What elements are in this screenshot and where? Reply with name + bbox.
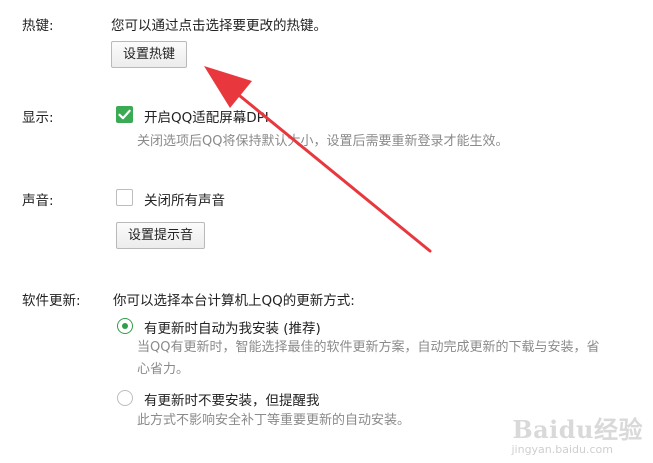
- update-label: 软件更新:: [22, 293, 81, 309]
- hotkey-description: 您可以通过点击选择要更改的热键。: [111, 18, 327, 34]
- sound-label: 声音:: [22, 193, 54, 209]
- dpi-checkbox-label[interactable]: 开启QQ适配屏幕DPI: [144, 106, 269, 126]
- baidu-jingyan-watermark: Baidu经验 jingyan.baidu.com: [511, 417, 643, 457]
- watermark-url: jingyan.baidu.com: [511, 443, 613, 456]
- dpi-checkbox[interactable]: [116, 106, 133, 123]
- auto-install-radio[interactable]: [117, 318, 133, 334]
- qq-settings-panel: 热键: 您可以通过点击选择要更改的热键。 设置热键 显示: 开启QQ适配屏幕DP…: [0, 0, 653, 463]
- auto-install-hint: 当QQ有更新时，智能选择最佳的软件更新方案，自动完成更新的下载与安装，省心省力。: [137, 340, 600, 377]
- auto-install-label[interactable]: 有更新时自动为我安装 (推荐): [144, 317, 321, 337]
- notify-only-radio[interactable]: [117, 390, 133, 406]
- check-icon: [118, 109, 131, 120]
- set-hotkey-button[interactable]: 设置热键: [111, 41, 188, 68]
- dpi-hint: 关闭选项后QQ将保持默认大小，设置后需要重新登录才能生效。: [137, 134, 509, 149]
- update-description: 你可以选择本台计算机上QQ的更新方式:: [113, 293, 355, 309]
- display-label: 显示:: [22, 110, 54, 126]
- mute-all-checkbox-label[interactable]: 关闭所有声音: [144, 189, 225, 209]
- notify-only-label[interactable]: 有更新时不要安装，但提醒我: [144, 389, 320, 409]
- mute-all-checkbox[interactable]: [116, 189, 133, 206]
- watermark-brand: Baidu经验: [512, 415, 643, 444]
- red-arrow-icon: [204, 66, 432, 253]
- hotkey-label: 热键:: [22, 18, 54, 34]
- set-notification-sound-button[interactable]: 设置提示音: [116, 222, 206, 249]
